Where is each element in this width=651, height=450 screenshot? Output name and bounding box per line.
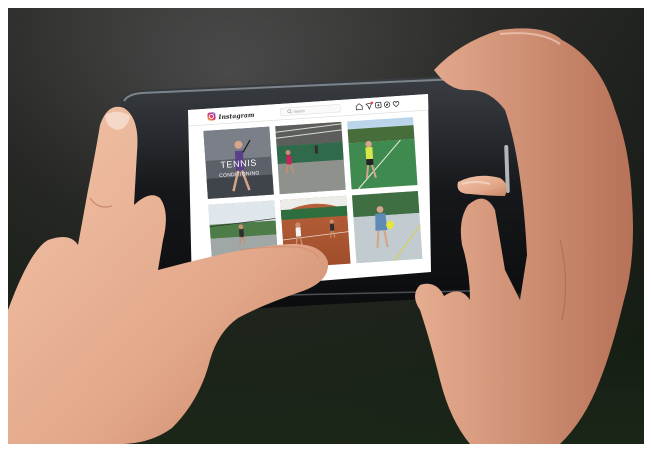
instagram-logo-icon[interactable] [207,112,216,121]
post-tile[interactable]: TENNIS CONDITIONING [203,126,274,199]
post-tile[interactable] [352,190,423,264]
post-tile[interactable] [275,121,346,195]
post-tile[interactable] [347,117,418,190]
search-input[interactable]: Search [293,109,305,114]
photo-scene: Instagram Search TENNIS CONDITIONING [0,0,651,450]
